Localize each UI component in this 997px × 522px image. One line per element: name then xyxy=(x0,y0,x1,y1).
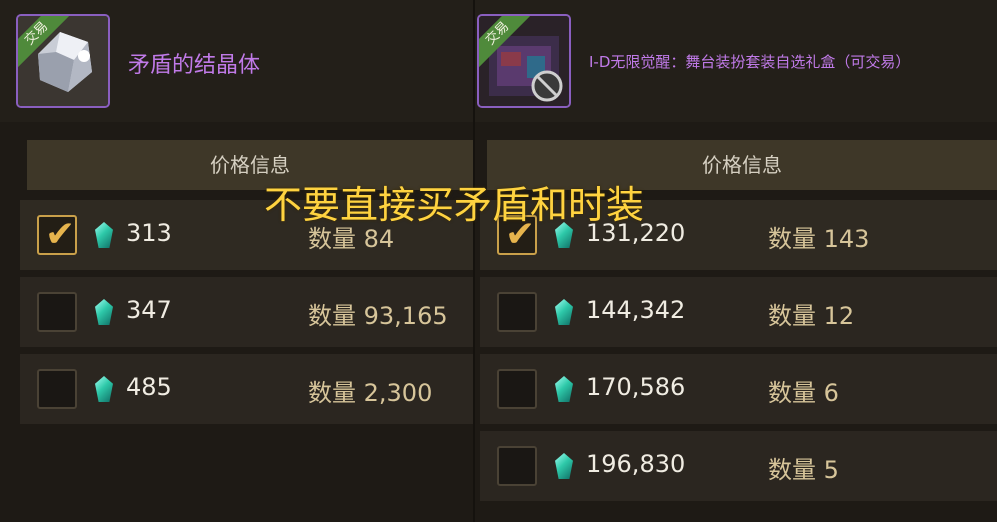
listing-quantity: 数量 12 xyxy=(768,302,855,330)
left-item-panel: 交易 矛盾的结晶体 价格信息 ✔ 313 数量 84 347 数量 93,165… xyxy=(0,0,473,522)
listing-price: 170,586 xyxy=(586,373,686,401)
listing-quantity: 数量 143 xyxy=(768,225,870,253)
gem-icon xyxy=(555,299,573,325)
listing-checkbox[interactable]: ✔ xyxy=(37,214,77,255)
item-header: 交易 I-D无限觉醒：舞台装扮套装自选礼盒（可交易） xyxy=(475,0,997,122)
overlay-caption: 不要直接买矛盾和时装 xyxy=(264,183,645,227)
checkmark-icon: ✔ xyxy=(45,214,76,255)
listing-row[interactable]: 347 数量 93,165 xyxy=(20,277,473,347)
gem-icon xyxy=(555,453,573,479)
item-header: 交易 矛盾的结晶体 xyxy=(0,0,473,122)
listing-quantity: 数量 6 xyxy=(768,379,839,407)
listing-row[interactable]: 485 数量 2,300 xyxy=(20,354,473,424)
listing-checkbox[interactable] xyxy=(497,446,537,486)
listing-row[interactable]: 144,342 数量 12 xyxy=(480,277,997,347)
gift-box-icon[interactable]: 交易 xyxy=(477,14,571,108)
listing-checkbox[interactable] xyxy=(37,292,77,332)
crystal-icon[interactable]: 交易 xyxy=(16,14,110,108)
listing-price: 347 xyxy=(126,296,172,324)
item-name: I-D无限觉醒：舞台装扮套装自选礼盒（可交易） xyxy=(589,53,911,71)
gem-icon xyxy=(555,376,573,402)
gem-icon xyxy=(95,299,113,325)
listing-checkbox[interactable] xyxy=(37,369,77,409)
listing-checkbox[interactable] xyxy=(497,369,537,409)
right-item-panel: 交易 I-D无限觉醒：舞台装扮套装自选礼盒（可交易） 价格信息 ✔ 131,22… xyxy=(475,0,997,522)
listing-quantity: 数量 93,165 xyxy=(308,302,448,330)
listing-quantity: 数量 2,300 xyxy=(308,379,433,407)
item-name: 矛盾的结晶体 xyxy=(128,53,261,78)
gem-icon xyxy=(95,222,113,248)
gem-icon xyxy=(95,376,113,402)
listing-price: 313 xyxy=(126,219,172,247)
listing-price: 144,342 xyxy=(586,296,686,324)
listing-price: 485 xyxy=(126,373,172,401)
listing-quantity: 数量 5 xyxy=(768,456,839,484)
listing-checkbox[interactable] xyxy=(497,292,537,332)
listing-row[interactable]: 170,586 数量 6 xyxy=(480,354,997,424)
listing-price: 196,830 xyxy=(586,450,686,478)
listing-row[interactable]: 196,830 数量 5 xyxy=(480,431,997,501)
